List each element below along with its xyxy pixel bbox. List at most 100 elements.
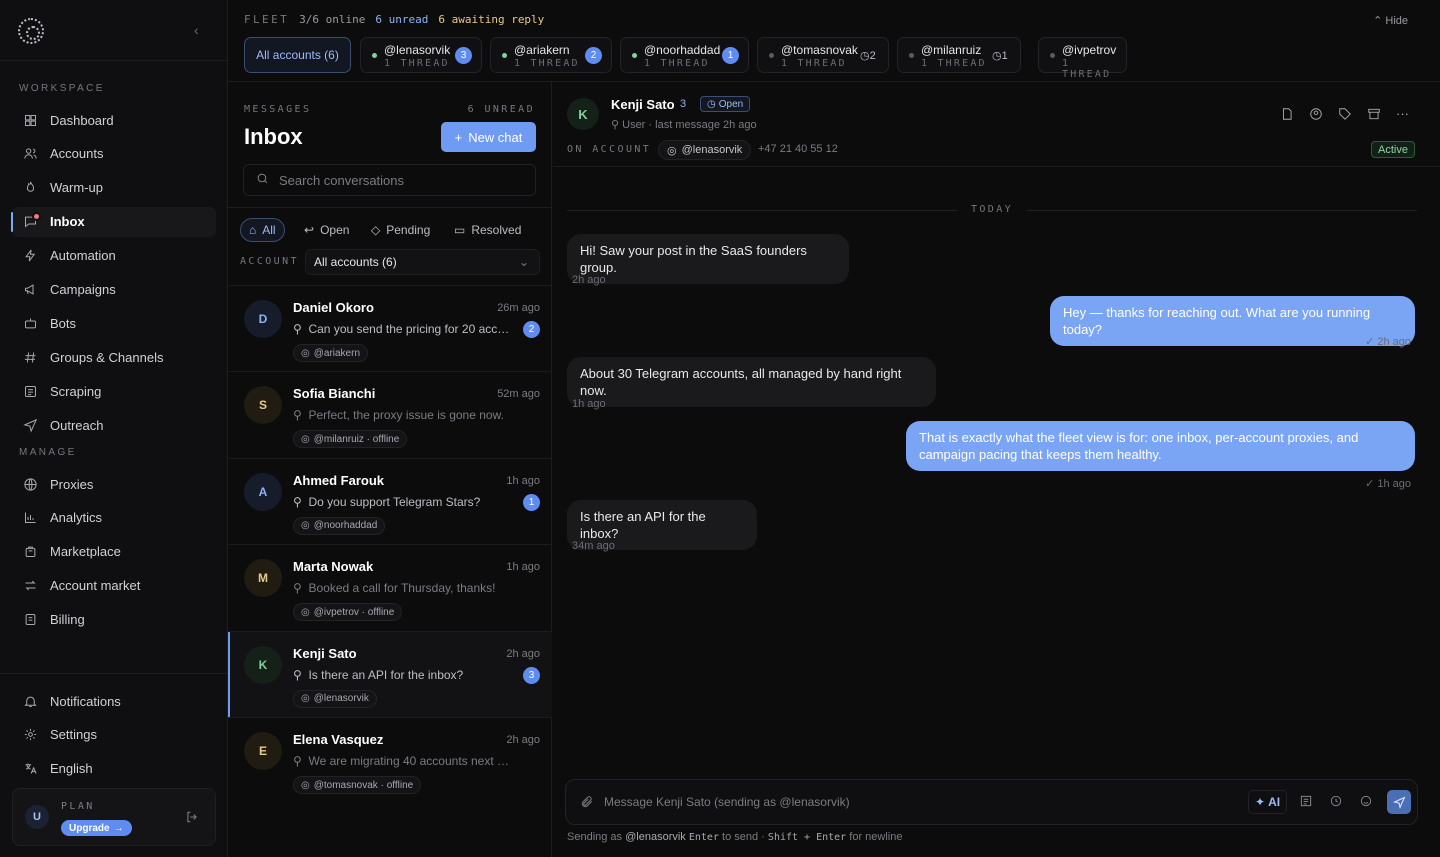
list-item[interactable]: M Marta Nowak 1h ago ⚲ Booked a call for Th…	[228, 544, 552, 630]
account-chip[interactable]: ◎ @lenasorvik	[658, 140, 752, 160]
upgrade-button[interactable]: Upgrade →	[61, 820, 132, 836]
avatar[interactable]: U	[25, 805, 49, 829]
logout-icon[interactable]	[185, 810, 199, 827]
sidebar-item-scraping[interactable]: Scraping	[12, 376, 216, 406]
all-accounts-chip[interactable]: All accounts (6)	[244, 37, 351, 73]
status-dot	[502, 53, 507, 58]
avatar: A	[244, 472, 282, 511]
sidebar-item-account-market[interactable]: Account market	[12, 571, 216, 601]
sidebar-item-billing[interactable]: Billing	[12, 605, 216, 635]
sidebar-item-label: Marketplace	[50, 544, 121, 560]
megaphone-icon	[22, 282, 38, 298]
page-title: Inbox	[244, 124, 303, 149]
tab-open-label: Open	[320, 223, 350, 237]
sidebar-item-automation[interactable]: Automation	[12, 241, 216, 271]
contact-avatar[interactable]: K	[567, 98, 599, 130]
read-check-icon: ✓	[1365, 478, 1375, 490]
profile-icon[interactable]	[1308, 106, 1323, 121]
search-input[interactable]: Search conversations	[243, 164, 536, 196]
sidebar-item-label: Scraping	[50, 383, 102, 399]
new-chat-button[interactable]: + New chat	[441, 122, 536, 152]
schedule-icon[interactable]	[1329, 794, 1345, 810]
bot-icon	[22, 315, 38, 331]
gear-icon	[22, 727, 38, 743]
account-chip-noorhaddad[interactable]: @noorhaddad 1 THREAD 1	[620, 37, 749, 73]
sidebar-item-inbox[interactable]: Inbox	[11, 206, 216, 237]
sidebar-item-campaigns[interactable]: Campaigns	[12, 275, 216, 305]
list-item[interactable]: S Sofia Bianchi 52m ago ⚲ Perfect, the prox…	[228, 371, 552, 457]
list-item[interactable]: A Ahmed Farouk 1h ago ⚲ Do you support Tele…	[228, 457, 552, 544]
sidebar-item-warm-up[interactable]: Warm-up	[12, 173, 216, 203]
logo-icon[interactable]	[18, 18, 44, 44]
account-select-value: All accounts (6)	[314, 255, 397, 269]
conversation-preview: ⚲ Booked a call for Thursday, thanks!	[293, 581, 515, 595]
swap-icon	[22, 578, 38, 594]
sidebar-item-outreach[interactable]: Outreach	[12, 410, 216, 440]
sidebar-item-notifications[interactable]: Notifications	[12, 686, 216, 716]
avatar: K	[244, 645, 282, 684]
sidebar-item-analytics[interactable]: Analytics	[12, 503, 216, 533]
message-composer[interactable]: Message Kenji Sato (sending as @lenasorv…	[565, 779, 1418, 825]
sidebar-item-accounts[interactable]: Accounts	[12, 139, 216, 169]
fleet-summary: FLEET 3/6 online 6 unread 6 awaiting rep…	[244, 13, 544, 26]
sidebar-item-label: Billing	[50, 612, 85, 628]
account-chip-tomasnovak[interactable]: @tomasnovak 1 THREAD ◷2	[757, 37, 889, 73]
manage-section-label: MANAGE	[19, 447, 77, 458]
sparkle-icon: ✦	[1255, 795, 1266, 809]
search-icon	[256, 172, 269, 188]
templates-icon[interactable]	[1299, 794, 1315, 810]
hint-shift: Shift + Enter	[767, 832, 847, 843]
outgoing-message[interactable]: Hey — thanks for reaching out. What are …	[1050, 296, 1415, 346]
list-item[interactable]: K Kenji Sato 2h ago ⚲ Is there an API for t…	[228, 630, 552, 718]
contact-role: User	[622, 119, 646, 131]
message-input[interactable]: Message Kenji Sato (sending as @lenasorv…	[604, 795, 850, 809]
user-icon: ⚲	[293, 494, 302, 509]
account-tag-label: @ariakern	[313, 347, 361, 359]
outgoing-message[interactable]: That is exactly what the fleet view is f…	[906, 421, 1415, 471]
sidebar-item-proxies[interactable]: Proxies	[12, 469, 216, 499]
account-chip-milanruiz[interactable]: @milanruiz 1 THREAD ◷1	[897, 37, 1021, 73]
account-threads: 1 THREAD	[1062, 58, 1112, 80]
notes-icon[interactable]	[1279, 106, 1294, 121]
at-icon: ◎	[667, 144, 677, 157]
account-chip-ivpetrov[interactable]: @ivpetrov 1 THREAD	[1038, 37, 1127, 80]
sidebar-item-groups-channels[interactable]: Groups & Channels	[12, 342, 216, 372]
emoji-icon[interactable]	[1359, 794, 1375, 810]
unread-badge: 2	[585, 47, 602, 64]
collapse-sidebar-icon[interactable]: ‹	[194, 22, 199, 38]
sidebar-item-dashboard[interactable]: Dashboard	[12, 105, 216, 135]
send-button[interactable]	[1387, 790, 1411, 814]
list-item[interactable]: E Elena Vasquez 2h ago ⚲ We are migrating 4…	[228, 717, 552, 803]
translate-icon	[22, 761, 38, 777]
account-threads: 1 THREAD	[781, 58, 847, 69]
globe-icon	[22, 476, 38, 492]
sidebar-item-marketplace[interactable]: Marketplace	[12, 537, 216, 567]
composer-hint: Sending as @lenasorvik Enter to send · S…	[567, 831, 902, 843]
account-handle: @noorhaddad	[644, 43, 721, 57]
tab-resolved[interactable]: ▭ Resolved	[446, 218, 529, 242]
tag-icon[interactable]	[1337, 106, 1352, 121]
tab-pending[interactable]: ◇ Pending	[363, 218, 438, 242]
incoming-message[interactable]: Hi! Saw your post in the SaaS founders g…	[567, 234, 849, 284]
dashboard-icon	[22, 112, 38, 128]
account-chip-lenasorvik[interactable]: @lenasorvik 1 THREAD 3	[360, 37, 482, 73]
status-badge[interactable]: ◷ Open	[700, 96, 751, 112]
attach-icon[interactable]	[580, 795, 594, 812]
list-item[interactable]: D Daniel Okoro 26m ago ⚲ Can you send the p…	[228, 285, 552, 371]
date-divider: TODAY	[567, 204, 1417, 216]
ai-button[interactable]: ✦ AI	[1248, 790, 1288, 814]
sidebar-item-english[interactable]: English	[12, 754, 216, 784]
hide-fleet-button[interactable]: ⌃ Hide	[1373, 14, 1408, 27]
conversation-time: 2h ago	[506, 647, 540, 660]
more-icon[interactable]: ···	[1395, 106, 1410, 121]
account-chip-ariakern[interactable]: @ariakern 1 THREAD 2	[490, 37, 612, 73]
incoming-message[interactable]: About 30 Telegram accounts, all managed …	[567, 357, 936, 407]
sidebar-item-bots[interactable]: Bots	[12, 308, 216, 338]
tab-open[interactable]: ↩ Open	[296, 218, 357, 242]
tab-all[interactable]: ⌂ All	[240, 218, 285, 242]
archive-icon[interactable]	[1366, 106, 1381, 121]
conversation-preview: ⚲ Perfect, the proxy issue is gone now.	[293, 408, 515, 422]
account-select[interactable]: All accounts (6) ⌄	[305, 249, 540, 275]
sidebar-item-settings[interactable]: Settings	[12, 720, 216, 750]
account-filter-label: ACCOUNT	[240, 256, 299, 267]
